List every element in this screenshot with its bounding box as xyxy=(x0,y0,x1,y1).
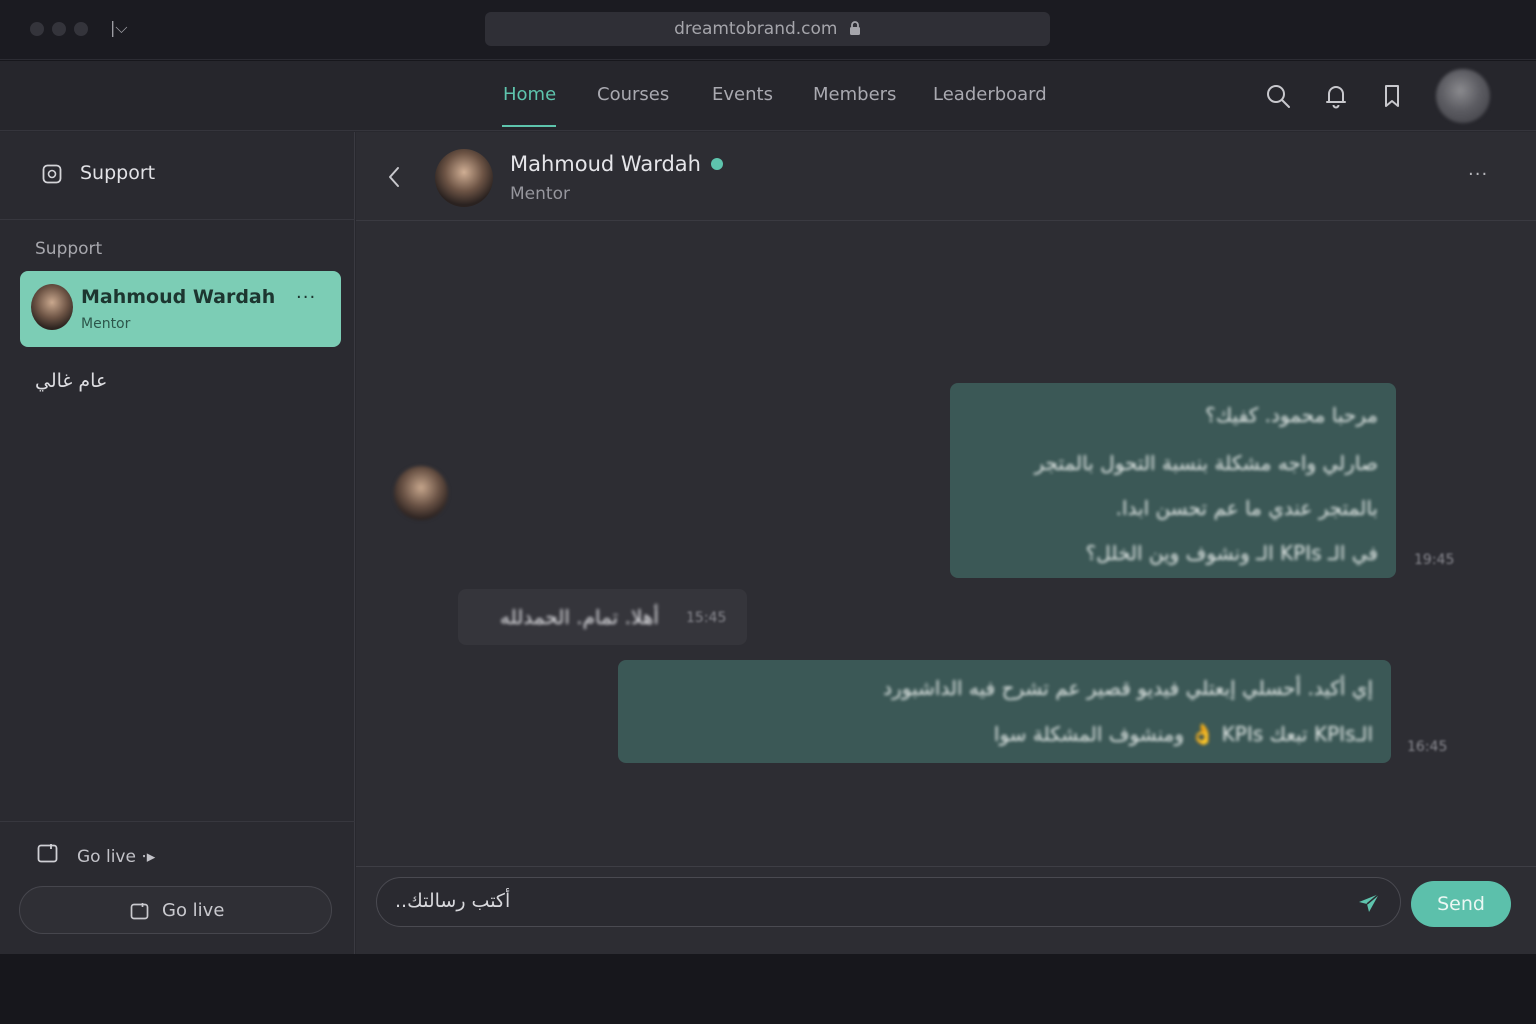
message-input[interactable]: أكتب رسالتك.. xyxy=(376,877,1401,927)
url-text: dreamtobrand.com xyxy=(674,19,838,39)
contact-name: Mahmoud Wardah xyxy=(81,286,276,308)
nav-courses[interactable]: Courses xyxy=(597,84,669,105)
support-icon xyxy=(42,164,62,184)
address-bar[interactable]: dreamtobrand.com xyxy=(485,12,1050,46)
message-bubble-outgoing: مرحبا محمود. كفيك؟ صارلي واجه مشكلة بنسب… xyxy=(950,383,1396,578)
camera-icon xyxy=(130,902,149,920)
nav-members[interactable]: Members xyxy=(813,84,896,105)
contact-avatar xyxy=(31,284,73,330)
app-window: Home Courses Events Members Leaderboard … xyxy=(0,61,1536,954)
bookmark-icon[interactable] xyxy=(1380,83,1406,109)
contact-more-button[interactable]: ··· xyxy=(296,287,316,308)
minimize-window-dot[interactable] xyxy=(52,22,66,36)
close-window-dot[interactable] xyxy=(30,22,44,36)
sidebar-section-title: Support xyxy=(35,239,103,259)
message-input-placeholder: أكتب رسالتك.. xyxy=(395,890,511,912)
nav-leaderboard[interactable]: Leaderboard xyxy=(933,84,1047,105)
message-timestamp: 15:45 xyxy=(686,610,727,626)
paper-plane-icon[interactable] xyxy=(1357,892,1381,914)
go-live-link[interactable]: Go live ⋅▸ xyxy=(77,847,155,867)
sidebar-channel-item[interactable]: عام غالي xyxy=(35,370,107,392)
message-bubble-outgoing: إي أكيد. أحسلي إبعتلي فيديو قصير عم تشرح… xyxy=(618,660,1391,763)
message-timestamp: 19:45 xyxy=(1414,552,1455,568)
maximize-window-dot[interactable] xyxy=(74,22,88,36)
sidebar: Support Support Mahmoud Wardah Mentor ··… xyxy=(0,132,355,954)
contact-item-mahmoud[interactable]: Mahmoud Wardah Mentor ··· xyxy=(20,271,341,347)
incoming-avatar xyxy=(394,466,448,520)
sidebar-header: Support xyxy=(0,132,355,220)
chat-panel: Mahmoud Wardah Mentor ··· مرحبا محمود. ك… xyxy=(356,132,1536,954)
message-list: مرحبا محمود. كفيك؟ صارلي واجه مشكلة بنسب… xyxy=(356,222,1536,866)
search-icon[interactable] xyxy=(1265,83,1291,109)
message-composer: أكتب رسالتك.. Send xyxy=(356,866,1536,954)
send-button[interactable]: Send xyxy=(1411,881,1511,927)
message-bubble-incoming: أهلا. تمام. الحمدلله 15:45 xyxy=(458,589,747,645)
lock-icon xyxy=(849,13,861,47)
message-timestamp: 16:45 xyxy=(1407,739,1448,755)
contact-role: Mentor xyxy=(81,316,131,332)
go-live-icon xyxy=(37,843,58,864)
go-live-button[interactable]: Go live xyxy=(19,886,332,934)
nav-events[interactable]: Events xyxy=(712,84,773,105)
back-arrow-icon[interactable] xyxy=(386,166,402,188)
user-avatar[interactable] xyxy=(1436,69,1490,123)
chat-more-button[interactable]: ··· xyxy=(1468,164,1488,185)
tab-switcher[interactable]: |⌵ xyxy=(110,18,128,38)
browser-toolbar: |⌵ dreamtobrand.com xyxy=(0,0,1536,60)
active-nav-indicator xyxy=(502,125,556,127)
online-status-dot xyxy=(711,158,723,170)
go-live-button-label: Go live xyxy=(162,900,225,921)
sidebar-title: Support xyxy=(80,162,156,184)
sidebar-footer: Go live ⋅▸ Go live xyxy=(0,821,355,954)
nav-home[interactable]: Home xyxy=(503,84,556,105)
top-navigation: Home Courses Events Members Leaderboard xyxy=(0,61,1536,131)
bell-icon[interactable] xyxy=(1323,83,1349,109)
chat-avatar[interactable] xyxy=(435,149,493,207)
chat-contact-role: Mentor xyxy=(510,184,570,204)
chat-header: Mahmoud Wardah Mentor ··· xyxy=(356,132,1536,221)
chat-contact-name: Mahmoud Wardah xyxy=(510,152,701,176)
